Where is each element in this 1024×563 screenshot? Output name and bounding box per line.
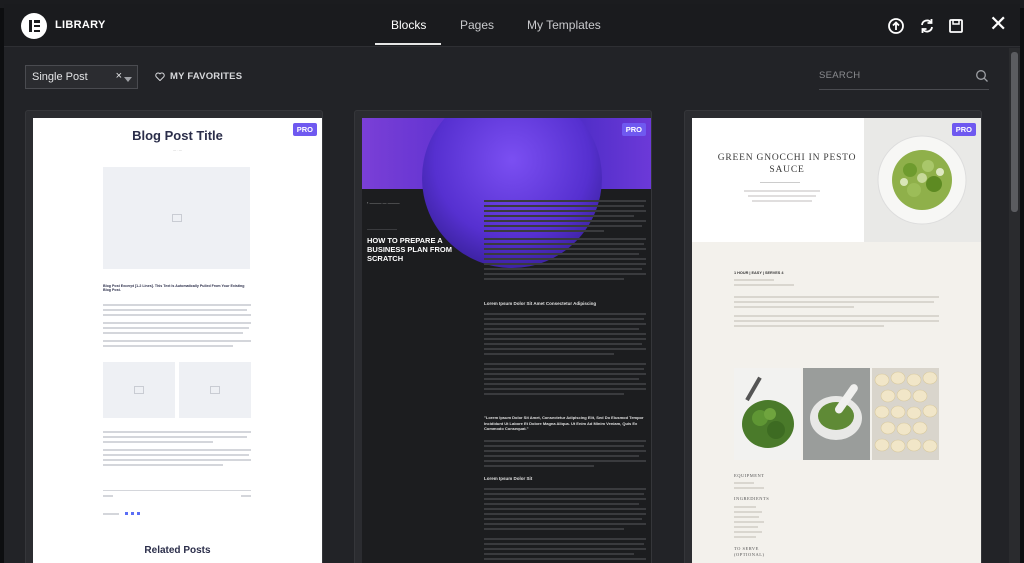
template-card-business-plan[interactable]: PRO ‹ ——— — ——— HOW TO PREPARE A BUSINES… xyxy=(354,110,652,563)
template-card-blog-post[interactable]: PRO Blog Post Title — · — Blog Post Exce… xyxy=(25,110,323,563)
heart-icon xyxy=(155,72,165,82)
preview-recipe-meta: 1 HOUR | EASY | SERVES 4 xyxy=(734,271,784,275)
template-preview: PRO Blog Post Title — · — Blog Post Exce… xyxy=(33,118,322,563)
scrollbar-thumb[interactable] xyxy=(1011,52,1018,212)
template-preview: PRO GREEN GNOCCHI IN PESTO SAUCE 1 HOUR … xyxy=(692,118,981,563)
preview-related-posts: Related Posts xyxy=(144,545,211,556)
preview-quote: "Lorem Ipsum Dolor Sit Amet, Consectetur… xyxy=(484,415,644,431)
hero-image xyxy=(362,118,651,268)
library-title: LIBRARY xyxy=(55,19,106,31)
elementor-logo-icon xyxy=(21,13,47,39)
image-placeholder xyxy=(103,362,175,418)
clear-filter-icon[interactable]: × xyxy=(116,70,122,82)
preview-recipe-title: GREEN GNOCCHI IN PESTO SAUCE xyxy=(717,153,857,175)
preview-section-to-serve: TO SERVE (OPTIONAL) xyxy=(734,546,765,557)
preview-section-ingredients: INGREDIENTS xyxy=(734,496,770,501)
ingredient-photo xyxy=(734,368,801,460)
template-preview: PRO ‹ ——— — ——— HOW TO PREPARE A BUSINES… xyxy=(362,118,651,563)
preview-subheading: Lorem Ipsum Dolor Sit Amet Consectetur A… xyxy=(484,301,597,306)
active-tab-indicator xyxy=(375,43,441,45)
image-placeholder xyxy=(179,362,251,418)
image-placeholder xyxy=(103,167,250,269)
tab-pages[interactable]: Pages xyxy=(460,18,494,32)
mortar-photo xyxy=(803,368,870,460)
preview-title: Blog Post Title xyxy=(132,128,223,143)
save-icon[interactable] xyxy=(946,16,966,36)
category-filter-value: Single Post xyxy=(32,71,88,83)
tab-my-templates[interactable]: My Templates xyxy=(527,18,601,32)
template-card-gnocchi-recipe[interactable]: PRO GREEN GNOCCHI IN PESTO SAUCE 1 HOUR … xyxy=(684,110,982,563)
dish-photo xyxy=(864,118,981,242)
template-library-modal: LIBRARY Blocks Pages My Templates ✕ Sing… xyxy=(4,4,1020,563)
chevron-down-icon xyxy=(124,77,132,82)
library-header: LIBRARY Blocks Pages My Templates ✕ xyxy=(4,4,1020,47)
pro-badge: PRO xyxy=(292,123,317,136)
tab-blocks[interactable]: Blocks xyxy=(391,18,426,32)
category-filter-select[interactable]: Single Post × xyxy=(25,65,138,89)
scrollbar[interactable] xyxy=(1009,48,1020,563)
pro-badge: PRO xyxy=(621,123,646,136)
preview-heading: HOW TO PREPARE A BUSINESS PLAN FROM SCRA… xyxy=(367,236,453,263)
close-icon[interactable]: ✕ xyxy=(989,13,1007,35)
gnocchi-photo xyxy=(872,368,939,460)
upload-icon[interactable] xyxy=(886,16,906,36)
my-favorites-toggle[interactable]: MY FAVORITES xyxy=(155,71,242,82)
my-favorites-label: MY FAVORITES xyxy=(170,71,243,82)
preview-subheading: Lorem Ipsum Dolor Sit xyxy=(484,476,533,481)
search-icon[interactable] xyxy=(975,69,989,83)
sync-icon[interactable] xyxy=(917,16,937,36)
preview-section-equipment: EQUIPMENT xyxy=(734,473,765,478)
search-box xyxy=(819,66,989,90)
preview-excerpt: Blog Post Excerpt [1-2 Lines]. This Text… xyxy=(103,284,245,292)
search-input[interactable] xyxy=(819,70,969,81)
pro-badge: PRO xyxy=(951,123,976,136)
